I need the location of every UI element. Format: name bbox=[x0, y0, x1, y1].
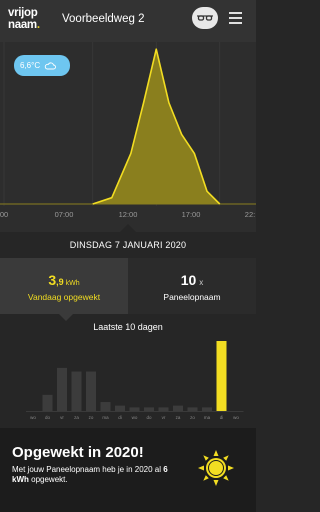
logo-line-1: vrijop bbox=[8, 7, 38, 19]
today-production-label: Vandaag opgewekt bbox=[27, 292, 101, 302]
logo-line-2: naam bbox=[8, 19, 37, 31]
history-bar bbox=[42, 394, 53, 411]
history-day-label: do bbox=[146, 415, 152, 420]
history-day-label: ma bbox=[102, 415, 109, 420]
history-bar bbox=[115, 405, 125, 411]
history-bar bbox=[71, 371, 82, 411]
history-day-label: di bbox=[219, 415, 224, 420]
time-tick: 00 bbox=[0, 210, 9, 219]
history-bar bbox=[187, 407, 198, 411]
panels-label: Paneelopnaam bbox=[163, 292, 221, 302]
history-day-label: do bbox=[44, 415, 51, 420]
history-bar bbox=[86, 371, 96, 411]
stats-panel: 3,9 kWh Vandaag opgewekt 10 x Paneelopnaam bbox=[0, 258, 256, 314]
weather-badge: 6,6°C bbox=[14, 55, 70, 76]
history-bar bbox=[158, 407, 169, 411]
history-day-label: wo bbox=[233, 415, 239, 420]
history-day-label: zo bbox=[190, 415, 195, 420]
banner-title: Opgewekt in 2020! bbox=[12, 444, 144, 461]
brand-logo[interactable]: vrijop naam. bbox=[8, 7, 42, 31]
production-area bbox=[92, 49, 220, 204]
sun-icon bbox=[198, 450, 234, 486]
panels-tab[interactable]: 10 x Paneelopnaam bbox=[128, 258, 256, 314]
panels-count-value: 10 x bbox=[180, 272, 204, 288]
app-header: vrijop naam. Voorbeeldweg 2 bbox=[0, 0, 256, 42]
history-day-label: di bbox=[118, 415, 122, 420]
history-day-label: wo bbox=[131, 415, 138, 420]
history-chart: Laatste 10 dagen wo do vr za zo ma di wo do vr za z… bbox=[0, 314, 256, 428]
history-bar bbox=[173, 405, 183, 411]
history-day-label: vr bbox=[60, 415, 64, 420]
history-bar bbox=[144, 407, 154, 411]
history-bar bbox=[129, 407, 140, 411]
history-bar bbox=[100, 402, 111, 411]
address-title: Voorbeeldweg 2 bbox=[62, 13, 145, 25]
time-tick: 12:00 bbox=[118, 210, 138, 219]
time-tick: 07:00 bbox=[54, 210, 74, 219]
time-axis: 00 07:00 12:00 17:00 22: bbox=[0, 206, 256, 224]
hamburger-menu-icon[interactable] bbox=[229, 12, 242, 24]
time-tick: 17:00 bbox=[181, 210, 201, 219]
temperature-label: 6,6°C bbox=[20, 61, 41, 70]
date-label: DINSDAG 7 JANUARI 2020 bbox=[69, 240, 187, 250]
history-day-label: za bbox=[74, 415, 79, 420]
today-production-tab[interactable]: 3,9 kWh Vandaag opgewekt bbox=[0, 258, 128, 314]
history-bar bbox=[202, 407, 212, 411]
history-bar bbox=[57, 367, 67, 411]
date-selector[interactable]: DINSDAG 7 JANUARI 2020 bbox=[0, 232, 256, 258]
cloud-icon bbox=[44, 61, 57, 69]
history-day-label: zo bbox=[88, 415, 94, 420]
logo-dot: . bbox=[36, 19, 40, 31]
banner-text: Met jouw Paneelopnaam heb je in 2020 al … bbox=[12, 465, 168, 484]
history-day-label: za bbox=[175, 415, 181, 420]
time-tick: 22: bbox=[244, 210, 256, 219]
current-time-indicator bbox=[120, 224, 136, 232]
history-day-label: ma bbox=[203, 415, 211, 420]
accessibility-button[interactable] bbox=[192, 7, 218, 29]
history-day-label: vr bbox=[161, 415, 166, 420]
history-bar bbox=[216, 341, 227, 411]
history-day-label: wo bbox=[30, 415, 36, 420]
glasses-icon bbox=[197, 15, 213, 21]
history-bars-svg bbox=[26, 341, 244, 412]
today-production-value: 3,9 kWh bbox=[48, 272, 80, 288]
